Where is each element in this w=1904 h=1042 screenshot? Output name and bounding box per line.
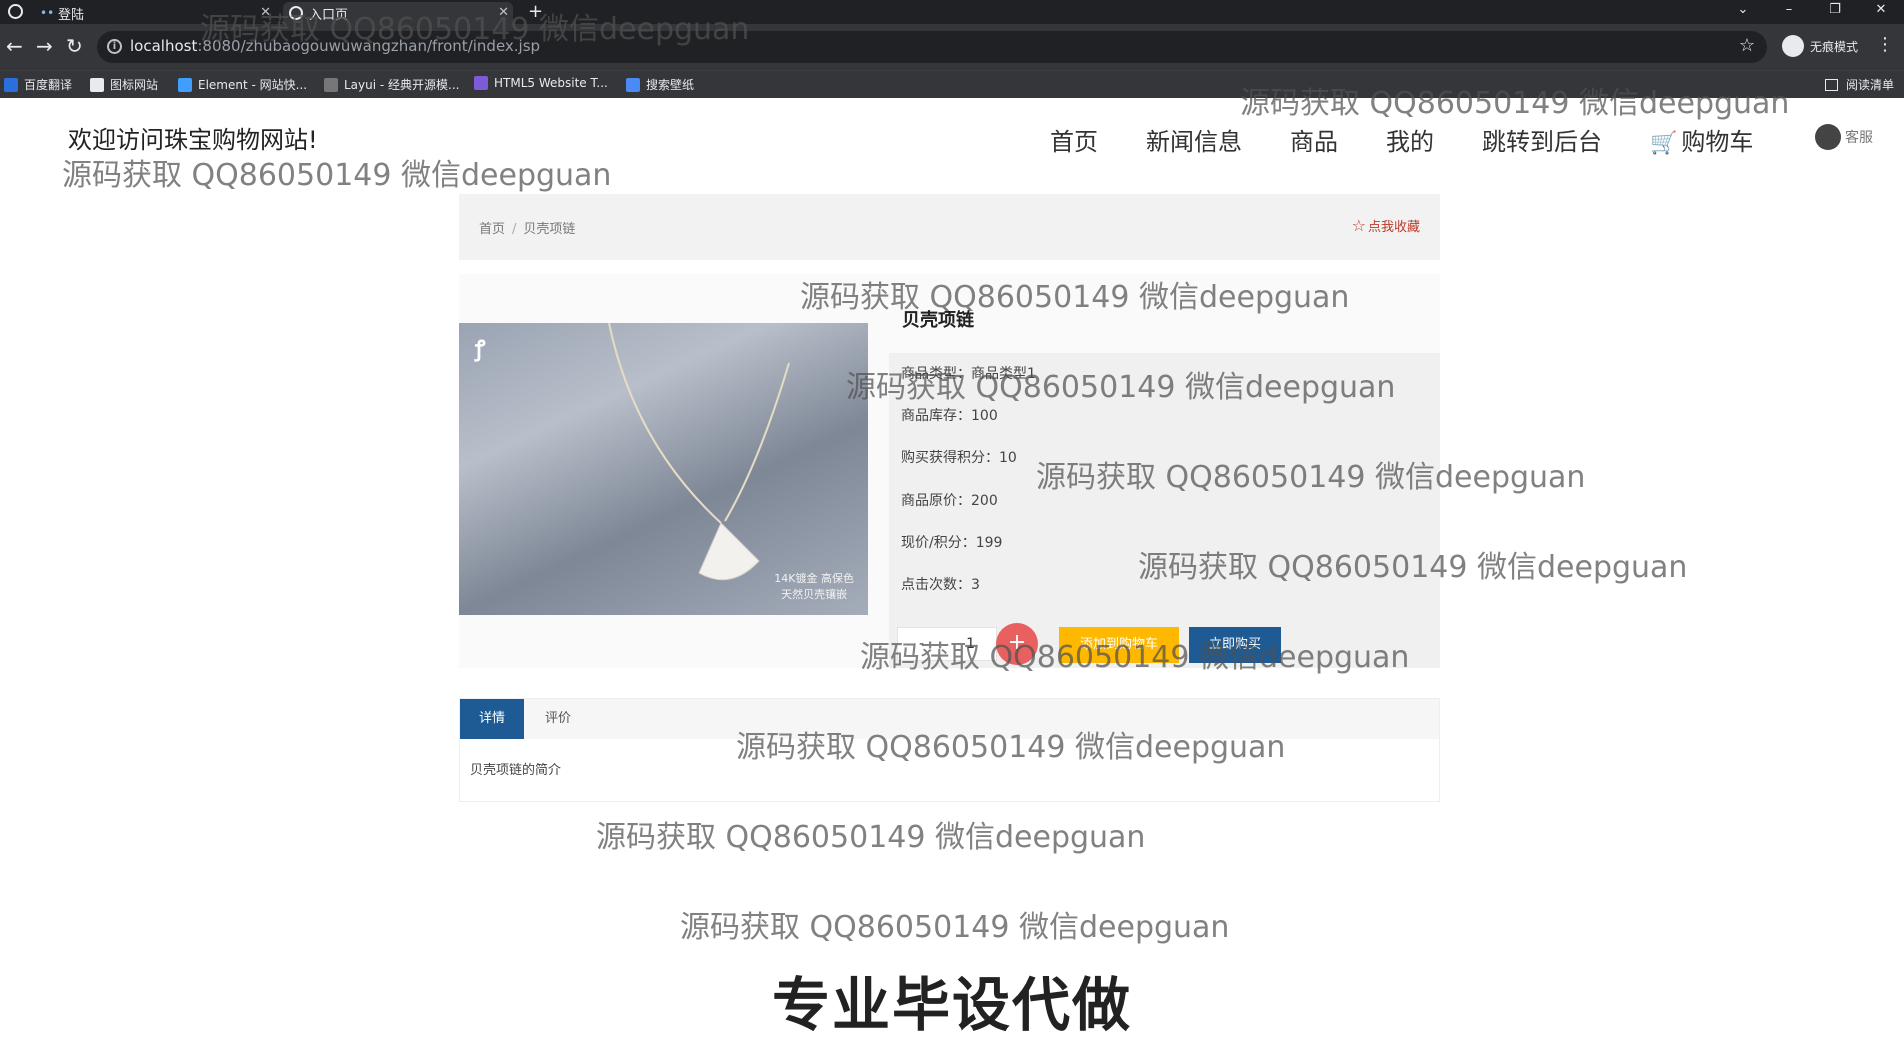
bookmark-item[interactable]: 百度翻译 <box>4 76 72 93</box>
nav-home[interactable]: 首页 <box>1050 122 1098 157</box>
wechat-icon <box>1815 124 1841 150</box>
bookmark-item[interactable]: 图标网站 <box>90 76 158 93</box>
nav-news[interactable]: 新闻信息 <box>1146 122 1242 157</box>
breadcrumb-trail: 首页 / 贝壳项链 <box>479 222 576 237</box>
nav-products[interactable]: 商品 <box>1290 122 1338 157</box>
watermark-text: 源码获取 QQ86050149 微信deepguan <box>200 12 750 47</box>
translate-icon <box>4 77 18 92</box>
customer-service[interactable]: 客服 <box>1815 124 1873 150</box>
bookmark-star-icon[interactable]: ☆ <box>1739 35 1755 56</box>
watermark-text: 源码获取 QQ86050149 微信deepguan <box>680 910 1230 945</box>
layui-logo-icon <box>324 77 338 92</box>
flag-icon <box>90 77 104 92</box>
collect-button[interactable]: ☆ 点我收藏 <box>1352 216 1420 235</box>
nav-mine[interactable]: 我的 <box>1386 122 1434 157</box>
watermark-text: 源码获取 QQ86050149 微信deepguan <box>736 730 1286 765</box>
product-clicks: 点击次数：3 <box>901 577 980 593</box>
nav-cart[interactable]: 🛒 购物车 <box>1650 122 1753 157</box>
forward-arrow-icon[interactable]: → <box>36 34 53 58</box>
breadcrumb-current: 贝壳项链 <box>523 222 576 237</box>
breadcrumb: 首页 / 贝壳项链 ☆ 点我收藏 <box>459 194 1440 260</box>
product-original-price: 商品原价：200 <box>901 493 998 509</box>
watermark-text: 源码获取 QQ86050149 微信deepguan <box>62 158 612 193</box>
info-icon[interactable]: i <box>107 39 122 54</box>
star-icon: ☆ <box>1351 216 1366 235</box>
reload-icon[interactable]: ↻ <box>66 34 83 58</box>
incognito-icon <box>1782 35 1804 57</box>
product-intro: 贝壳项链的简介 <box>470 763 562 778</box>
window-controls: ⌄ – ❐ ✕ <box>1720 0 1904 24</box>
product-points: 购买获得积分：10 <box>901 450 1017 466</box>
watermark-text: 源码获取 QQ86050149 微信deepguan <box>860 640 1410 675</box>
cart-icon: 🛒 <box>1650 131 1678 156</box>
breadcrumb-home[interactable]: 首页 <box>479 222 505 237</box>
watermark-text: 源码获取 QQ86050149 微信deepguan <box>1138 550 1688 585</box>
tab-comments[interactable]: 评价 <box>534 699 582 739</box>
watermark-text: 源码获取 QQ86050149 微信deepguan <box>1036 460 1586 495</box>
tab-loading-icon: •• <box>40 6 55 20</box>
minimize-button[interactable]: – <box>1766 0 1812 24</box>
bookmark-item[interactable]: Layui - 经典开源模... <box>324 76 459 93</box>
product-current-price: 现价/积分：199 <box>901 535 1003 551</box>
close-window-button[interactable]: ✕ <box>1858 0 1904 24</box>
brand-logo-icon: ꝭ <box>475 337 486 362</box>
chevron-down-icon[interactable]: ⌄ <box>1720 0 1766 24</box>
more-menu-icon[interactable]: ⋮ <box>1876 34 1894 55</box>
chrome-menu-icon[interactable] <box>8 4 23 19</box>
bookmark-item[interactable]: HTML5 Website T... <box>474 76 608 90</box>
watermark-text: 源码获取 QQ86050149 微信deepguan <box>596 820 1146 855</box>
site-nav: 首页 新闻信息 商品 我的 跳转到后台 🛒 购物车 <box>1050 122 1801 157</box>
html5-icon <box>474 76 488 90</box>
reading-list-button[interactable]: 阅读清单 <box>1824 76 1894 93</box>
watermark-text: 源码获取 QQ86050149 微信deepguan <box>846 370 1396 405</box>
back-arrow-icon[interactable]: ← <box>6 34 23 58</box>
footer-slogan: 专业毕设代做 <box>771 971 1132 1039</box>
product-image: ꝭ 14K镀金 高保色 天然贝壳镶嵌 <box>459 323 868 615</box>
watermark-text: 源码获取 QQ86050149 微信deepguan <box>1240 86 1790 121</box>
bookmark-item[interactable]: 搜索壁纸 <box>626 76 694 93</box>
watermark-text: 源码获取 QQ86050149 微信deepguan <box>800 280 1350 315</box>
bookmark-item[interactable]: Element - 网站快... <box>178 76 307 93</box>
incognito-indicator[interactable]: 无痕模式 <box>1782 35 1858 57</box>
reading-list-icon <box>1824 78 1838 91</box>
element-logo-icon <box>178 77 192 92</box>
product-stock: 商品库存：100 <box>901 408 998 424</box>
tab-details[interactable]: 详情 <box>460 699 524 739</box>
page-content: 欢迎访问珠宝购物网站! 首页 新闻信息 商品 我的 跳转到后台 🛒 购物车 客服 … <box>0 12 1904 1040</box>
image-caption: 14K镀金 高保色 天然贝壳镶嵌 <box>774 572 854 601</box>
restore-button[interactable]: ❐ <box>1812 0 1858 24</box>
wallpaper-icon <box>626 77 640 92</box>
nav-admin[interactable]: 跳转到后台 <box>1482 122 1602 157</box>
